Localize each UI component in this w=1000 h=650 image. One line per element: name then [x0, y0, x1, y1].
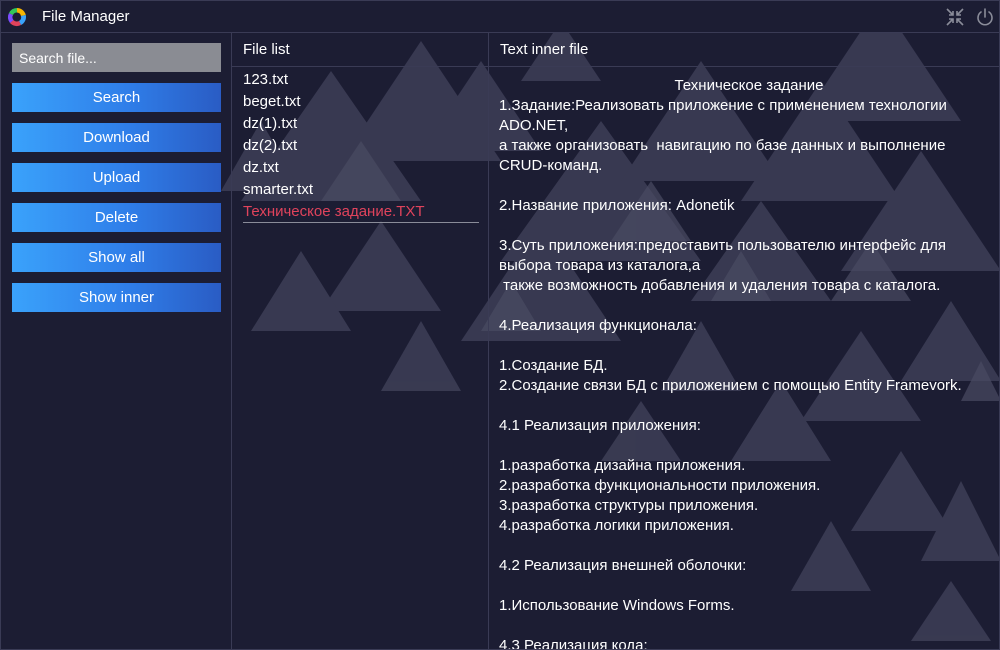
text-inner-panel: Text inner file Техническое задание 1.Зад…	[489, 33, 999, 650]
text-line: 2.разработка функциональности приложения…	[499, 477, 821, 494]
text-line	[499, 536, 999, 556]
color-wheel-logo-icon	[7, 7, 27, 27]
show-inner-button[interactable]: Show inner	[12, 283, 221, 312]
file-content-text[interactable]: Техническое задание 1.Задание:Реализовать…	[499, 76, 999, 650]
power-icon[interactable]	[975, 7, 995, 27]
text-line	[499, 576, 999, 596]
file-list-item[interactable]: beget.txt	[243, 91, 479, 113]
file-list-panel: File list 123.txt beget.txt dz(1).txt dz(2)…	[232, 33, 489, 649]
text-line: 2.Создание связи БД с приложением с помо…	[499, 377, 962, 394]
file-list-item[interactable]: dz(2).txt	[243, 135, 479, 157]
text-line: а также организовать навигацию по базе д…	[499, 137, 946, 154]
text-line	[499, 336, 999, 356]
text-line: 4.разработка логики приложения.	[499, 517, 734, 534]
document-title-line: Техническое задание	[674, 77, 824, 94]
text-line: 1.Создание БД.	[499, 357, 608, 374]
download-button[interactable]: Download	[12, 123, 221, 152]
text-line	[499, 296, 999, 316]
window-title: File Manager	[42, 8, 130, 25]
text-line: также возможность добавления и удаления …	[499, 277, 941, 294]
text-line	[499, 616, 999, 636]
search-input[interactable]	[12, 43, 221, 72]
file-manager-window: File Manager Search Download Upload Dele…	[0, 0, 1000, 650]
text-line	[499, 396, 999, 416]
file-list-header: File list	[232, 33, 488, 67]
show-all-button[interactable]: Show all	[12, 243, 221, 272]
file-list-item[interactable]: 123.txt	[243, 69, 479, 91]
text-inner-header: Text inner file	[489, 33, 999, 67]
file-list-item[interactable]: dz(1).txt	[243, 113, 479, 135]
text-line	[499, 216, 999, 236]
text-line: 3.Суть приложения:предоставить пользоват…	[499, 237, 946, 254]
text-line: 1.разработка дизайна приложения.	[499, 457, 746, 474]
text-line: CRUD-команд.	[499, 157, 603, 174]
text-line: ADO.NET,	[499, 117, 569, 134]
file-list-item[interactable]: dz.txt	[243, 157, 479, 179]
text-line: 3.разработка структуры приложения.	[499, 497, 759, 514]
file-list-item[interactable]: smarter.txt	[243, 179, 479, 201]
text-line: 4.1 Реализация приложения:	[499, 417, 701, 434]
text-line: выбора товара из каталога,а	[499, 257, 701, 274]
text-line: 4.Реализация функционала:	[499, 317, 697, 334]
text-line: 2.Название приложения: Adonetik	[499, 197, 735, 214]
title-bar: File Manager	[1, 1, 999, 33]
text-line: 4.3 Реализация кода:	[499, 637, 648, 650]
text-line	[499, 436, 999, 456]
sidebar: Search Download Upload Delete Show all S…	[1, 33, 232, 649]
file-list: 123.txt beget.txt dz(1).txt dz(2).txt dz.txt…	[243, 69, 479, 223]
restore-arrows-icon[interactable]	[945, 7, 965, 27]
text-line	[499, 176, 999, 196]
text-line: 1.Использование Windows Forms.	[499, 597, 735, 614]
text-line: 1.Задание:Реализовать приложение с приме…	[499, 97, 947, 114]
search-button[interactable]: Search	[12, 83, 221, 112]
text-line: 4.2 Реализация внешней оболочки:	[499, 557, 747, 574]
file-list-item[interactable]: Техническое задание.TXT	[243, 201, 479, 223]
delete-button[interactable]: Delete	[12, 203, 221, 232]
upload-button[interactable]: Upload	[12, 163, 221, 192]
